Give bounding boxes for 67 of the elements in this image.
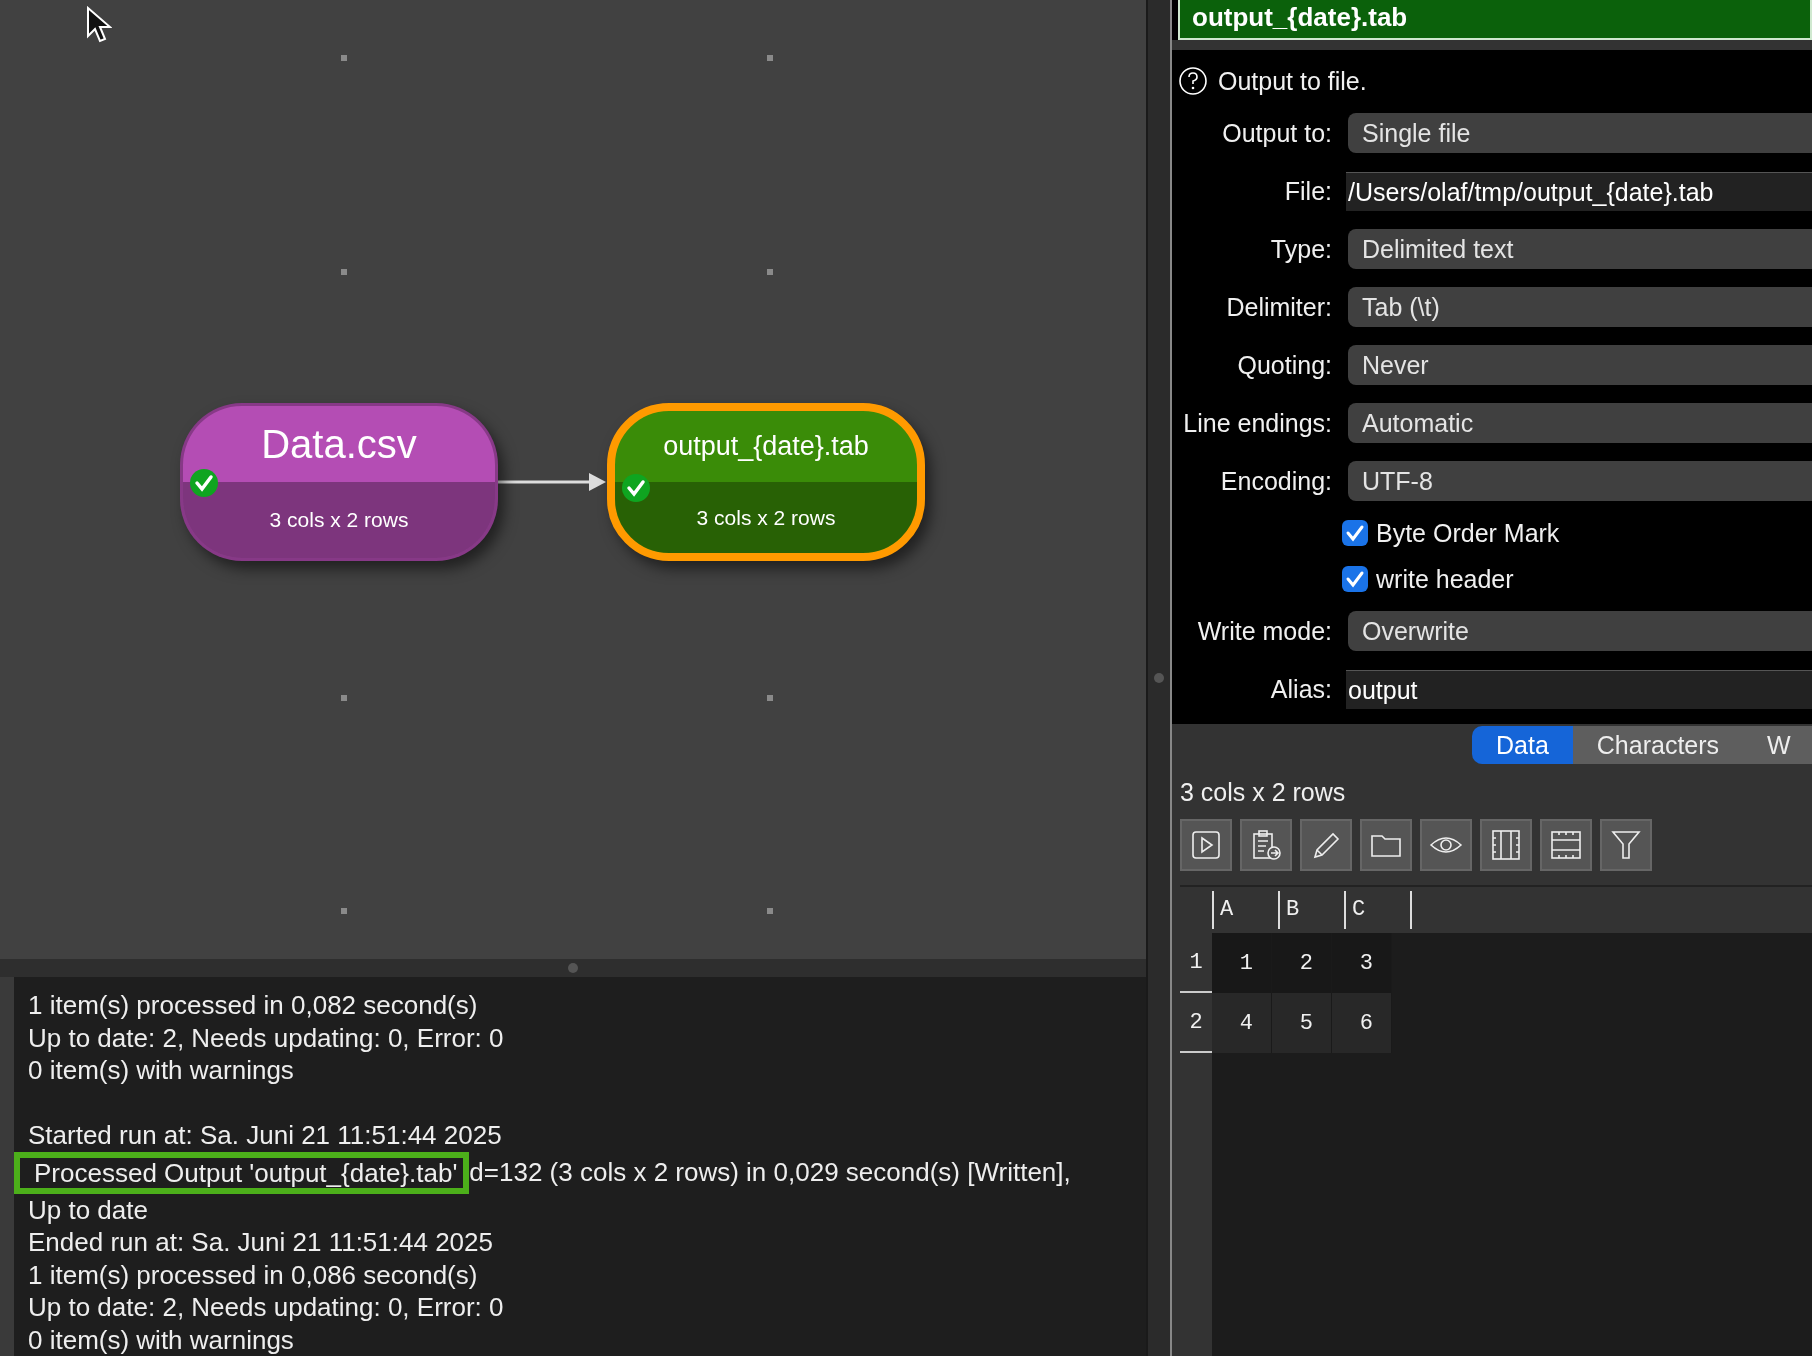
- clipboard-button[interactable]: [1240, 819, 1292, 871]
- checkbox-label: write header: [1376, 564, 1514, 594]
- table-summary: 3 cols x 2 rows: [1179, 777, 1347, 808]
- node-card[interactable]: Data.csv 3 cols x 2 rows: [180, 403, 498, 561]
- node-title: Data.csv: [261, 421, 417, 467]
- inspector-title: output_{date}.tab: [1178, 0, 1812, 40]
- table-cell: 5: [1272, 993, 1332, 1053]
- dropdown[interactable]: Overwrite: [1348, 611, 1812, 651]
- log-line: 1 item(s) processed in 0,086 second(s): [28, 1258, 479, 1291]
- dropdown[interactable]: Never: [1348, 345, 1812, 385]
- dropdown[interactable]: UTF-8: [1348, 461, 1812, 501]
- splitter-handle[interactable]: [568, 963, 578, 974]
- table-cell: 1: [1212, 933, 1272, 993]
- column-header: B: [1278, 891, 1344, 929]
- field-label: Quoting:: [1236, 350, 1333, 380]
- log-line: 0 item(s) with warnings: [28, 1054, 295, 1087]
- table-cell: 4: [1212, 993, 1272, 1053]
- node-subtitle: 3 cols x 2 rows: [696, 505, 836, 530]
- field-label: Write mode:: [1196, 616, 1333, 646]
- dropdown[interactable]: Delimited text: [1348, 229, 1812, 269]
- column-header: A: [1212, 891, 1278, 929]
- highlight-callout: Processed Output 'output_{date}.tab': [14, 1151, 470, 1194]
- tab[interactable]: Data: [1472, 726, 1573, 764]
- table-cell: 6: [1332, 993, 1392, 1053]
- description-text: Output to file.: [1218, 66, 1367, 96]
- splitter-handle[interactable]: [1154, 673, 1164, 683]
- log-line: d=132 (3 cols x 2 rows) in 0,029 second(s) [Written],: [469, 1156, 1071, 1189]
- eye-button[interactable]: [1420, 819, 1472, 871]
- dropdown[interactable]: Single file: [1348, 113, 1812, 153]
- log-line: Up to date: [28, 1193, 149, 1226]
- columns-button[interactable]: [1480, 819, 1532, 871]
- checkbox-label: Byte Order Mark: [1376, 518, 1560, 548]
- row-header: 2: [1180, 993, 1212, 1053]
- table-cell: 2: [1272, 933, 1332, 993]
- node-card[interactable]: output_{date}.tab 3 cols x 2 rows: [607, 403, 925, 561]
- log-line: Started run at: Sa. Juni 21 11:51:44 2025: [28, 1119, 503, 1152]
- help-icon[interactable]: [1178, 66, 1208, 96]
- field-label: Delimiter:: [1225, 292, 1333, 322]
- filter-button[interactable]: [1600, 819, 1652, 871]
- pencil-button[interactable]: [1300, 819, 1352, 871]
- folder-button[interactable]: [1360, 819, 1412, 871]
- checkbox[interactable]: [1342, 566, 1368, 592]
- field-label: Type:: [1269, 234, 1333, 264]
- dropdown[interactable]: Automatic: [1348, 403, 1812, 443]
- log-line: Up to date: 2, Needs updating: 0, Error: 0: [28, 1291, 505, 1324]
- rows-button[interactable]: [1540, 819, 1592, 871]
- play-button[interactable]: [1180, 819, 1232, 871]
- checkbox[interactable]: [1342, 520, 1368, 546]
- field-label: Output to:: [1221, 118, 1333, 148]
- input-field[interactable]: /Users/olaf/tmp/output_{date}.tab: [1346, 171, 1812, 211]
- row-header: 1: [1180, 933, 1212, 993]
- dropdown[interactable]: Tab (\t): [1348, 287, 1812, 327]
- tab[interactable]: W: [1743, 726, 1812, 764]
- log-line: 0 item(s) with warnings: [28, 1323, 295, 1356]
- log-line: Ended run at: Sa. Juni 21 11:51:44 2025: [28, 1226, 494, 1259]
- field-label: Alias:: [1269, 674, 1333, 704]
- field-label: Line endings:: [1182, 408, 1333, 438]
- log-line: 1 item(s) processed in 0,082 second(s): [28, 989, 479, 1022]
- tab[interactable]: Characters: [1572, 726, 1744, 764]
- pointer-icon: [86, 6, 112, 44]
- log-line: Up to date: 2, Needs updating: 0, Error: 0: [28, 1021, 505, 1054]
- input-field[interactable]: output: [1346, 669, 1812, 709]
- field-label: File:: [1283, 176, 1333, 206]
- node-title: output_{date}.tab: [663, 431, 869, 462]
- table-cell: 3: [1332, 933, 1392, 993]
- node-subtitle: 3 cols x 2 rows: [269, 508, 409, 532]
- field-label: Encoding:: [1219, 466, 1333, 496]
